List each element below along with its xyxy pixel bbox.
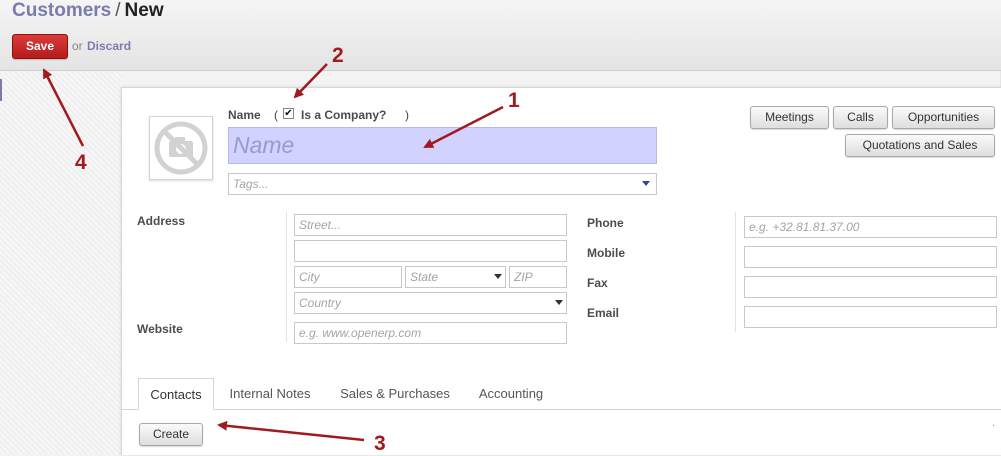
phone-placeholder: e.g. +32.81.81.37.00 — [749, 220, 860, 234]
avatar-image[interactable] — [149, 116, 213, 180]
breadcrumb-separator: / — [115, 0, 121, 21]
contact-separator — [735, 212, 736, 332]
state-select[interactable]: State — [405, 266, 506, 288]
state-dropdown-icon[interactable] — [494, 274, 502, 279]
website-placeholder: e.g. www.openerp.com — [299, 326, 422, 340]
annotation-label-1: 1 — [508, 89, 520, 112]
tab-sales-purchases[interactable]: Sales & Purchases — [330, 378, 460, 410]
tags-input[interactable]: Tags... — [228, 173, 657, 195]
is-company-label: Is a Company? — [301, 108, 387, 122]
tags-dropdown-icon[interactable] — [642, 181, 650, 186]
paren-open: ( — [274, 108, 278, 122]
fax-label: Fax — [587, 276, 608, 290]
left-edge-marker — [0, 79, 2, 101]
annotation-label-2: 2 — [332, 44, 344, 67]
mobile-input[interactable] — [744, 246, 997, 268]
discard-link[interactable]: Discard — [87, 39, 131, 53]
country-dropdown-icon[interactable] — [555, 300, 563, 305]
calls-button[interactable]: Calls — [833, 106, 888, 129]
annotation-label-3: 3 — [374, 432, 386, 455]
street2-input[interactable] — [294, 240, 567, 262]
city-input[interactable]: City — [294, 266, 402, 288]
no-photo-camera-icon — [154, 121, 208, 175]
breadcrumb-current: New — [124, 0, 164, 21]
phone-label: Phone — [587, 216, 624, 230]
address-label: Address — [137, 214, 186, 228]
zip-placeholder: ZIP — [514, 270, 533, 284]
tags-placeholder: Tags... — [233, 177, 269, 191]
tab-internal-notes[interactable]: Internal Notes — [220, 378, 320, 410]
name-input[interactable]: Name — [228, 127, 657, 164]
tab-accounting[interactable]: Accounting — [469, 378, 553, 410]
quotations-and-sales-button[interactable]: Quotations and Sales — [845, 134, 995, 157]
tab-contacts[interactable]: Contacts — [138, 378, 214, 410]
save-button[interactable]: Save — [12, 34, 68, 59]
opportunities-button[interactable]: Opportunities — [892, 106, 995, 129]
control-panel: Customers / New Save or Discard — [0, 0, 1001, 71]
email-input[interactable] — [744, 306, 997, 328]
zip-input[interactable]: ZIP — [509, 266, 567, 288]
paren-close: ) — [405, 108, 409, 122]
checkmark-icon: ✔ — [284, 108, 293, 119]
annotation-label-4: 4 — [75, 151, 87, 174]
name-label: Name — [228, 108, 261, 122]
city-placeholder: City — [299, 270, 320, 284]
breadcrumb: Customers / New — [12, 0, 164, 22]
meetings-button[interactable]: Meetings — [750, 106, 829, 129]
country-select[interactable]: Country — [294, 292, 567, 314]
state-placeholder: State — [410, 270, 439, 284]
create-contact-button[interactable]: Create — [139, 423, 203, 446]
phone-input[interactable]: e.g. +32.81.81.37.00 — [744, 216, 997, 238]
street-input[interactable]: Street... — [294, 214, 567, 236]
sheet-background-left — [0, 71, 122, 454]
is-company-checkbox[interactable]: ✔ — [283, 108, 294, 119]
street-placeholder: Street... — [299, 218, 342, 232]
country-placeholder: Country — [299, 296, 342, 310]
breadcrumb-customers-link[interactable]: Customers — [12, 0, 111, 21]
address-separator — [286, 212, 287, 342]
website-input[interactable]: e.g. www.openerp.com — [294, 322, 567, 344]
email-label: Email — [587, 306, 620, 320]
mobile-label: Mobile — [587, 246, 625, 260]
list-dot: . — [992, 418, 996, 429]
website-label: Website — [137, 322, 183, 336]
fax-input[interactable] — [744, 276, 997, 298]
or-text: or — [72, 39, 83, 53]
